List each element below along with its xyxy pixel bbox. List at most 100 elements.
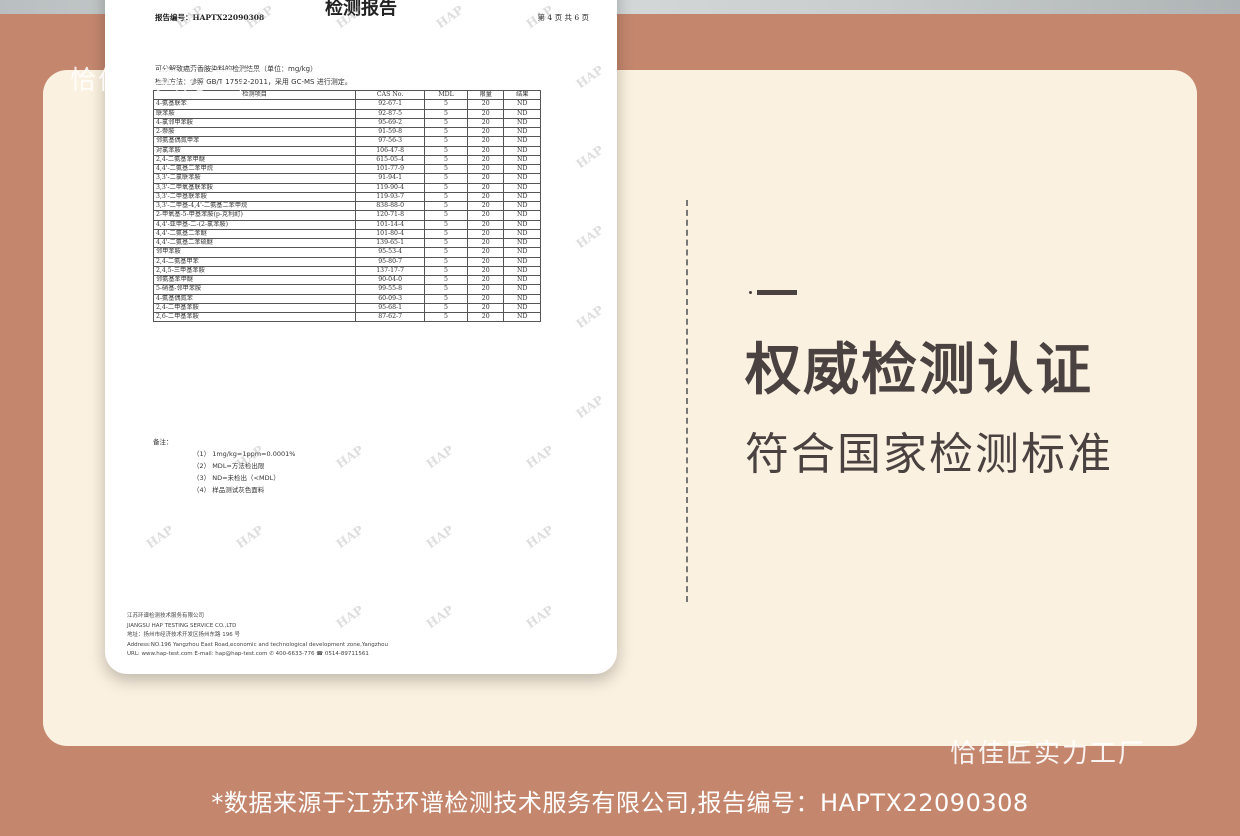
table-cell: 20 bbox=[466, 302, 505, 314]
results-table: 检测项目 CAS No. MDL 限量 结果 4-氨基联苯 92-67-1 5 20 ND 联苯胺… bbox=[152, 89, 541, 323]
table-cell: 4-氨基偶氮苯 bbox=[152, 293, 357, 304]
table-row: 4,4'-二氨基二苯硫醚 139-65-1 5 20 ND bbox=[152, 237, 541, 249]
table-row: 4,4'-二氨基二苯醚 101-80-4 5 20 ND bbox=[152, 228, 541, 240]
table-row: 3,3'-二氯联苯胺 91-94-1 5 20 ND bbox=[152, 173, 541, 184]
table-cell: ND bbox=[503, 154, 541, 166]
table-cell: 139-65-1 bbox=[355, 237, 426, 249]
table-cell: 2,6-二甲基苯胺 bbox=[152, 311, 357, 323]
table-cell: 5 bbox=[424, 311, 468, 323]
headline-subtitle: 符合国家检测标准 bbox=[745, 429, 1113, 480]
table-cell: 5 bbox=[424, 200, 468, 212]
table-cell: 4-氨基联苯 bbox=[152, 99, 357, 110]
notes-label: 备注： bbox=[153, 438, 173, 446]
table-cell: 4,4'-二氨基二苯醚 bbox=[152, 228, 357, 240]
table-cell: 101-77-9 bbox=[355, 163, 426, 175]
table-cell: 97-56-3 bbox=[355, 136, 426, 147]
table-cell: 20 bbox=[466, 237, 505, 249]
headline-title: 权威检测认证 bbox=[745, 338, 1093, 403]
table-cell: 3,3'-二氯联苯胺 bbox=[152, 173, 357, 184]
table-cell: 20 bbox=[466, 108, 505, 119]
table-cell: 20 bbox=[466, 136, 505, 147]
hap-watermark: HAP bbox=[423, 522, 457, 552]
table-row: 对氯苯胺 106-47-8 5 20 ND bbox=[152, 145, 541, 156]
hap-watermark: HAP bbox=[333, 442, 367, 472]
table-cell: 5 bbox=[424, 191, 468, 203]
table-cell: 119-93-7 bbox=[355, 191, 426, 203]
table-cell: 119-90-4 bbox=[355, 182, 426, 193]
table-row: 联苯胺 92-87-5 5 20 ND bbox=[152, 108, 541, 119]
table-row: 邻氨基偶氮甲苯 97-56-3 5 20 ND bbox=[152, 136, 541, 147]
hap-watermark: HAP bbox=[143, 522, 177, 552]
table-cell: 20 bbox=[466, 256, 505, 267]
table-header-cell: 限量 bbox=[466, 89, 505, 101]
table-row: 邻甲苯胺 95-53-4 5 20 ND bbox=[152, 247, 541, 258]
table-cell: 95-80-7 bbox=[355, 256, 426, 267]
table-cell: 5 bbox=[424, 219, 468, 230]
table-cell: 20 bbox=[466, 163, 505, 175]
table-row: 2-萘胺 91-59-8 5 20 ND bbox=[152, 126, 541, 138]
table-cell: 137-17-7 bbox=[355, 265, 426, 277]
table-cell: 邻氨基苯甲醚 bbox=[152, 274, 357, 286]
table-cell: 20 bbox=[466, 173, 505, 184]
table-header-cell: MDL bbox=[424, 89, 468, 101]
table-cell: 20 bbox=[466, 154, 505, 166]
hap-watermark: HAP bbox=[573, 392, 607, 422]
note-3: （3） ND=未检出（<MDL） bbox=[193, 474, 280, 482]
hap-watermark: HAP bbox=[573, 222, 607, 252]
table-cell: 20 bbox=[466, 265, 505, 277]
table-cell: 106-47-8 bbox=[355, 145, 426, 156]
watermark-bottom-right: 恰佳匠实力工厂 bbox=[950, 739, 1147, 769]
hap-watermark: HAP bbox=[573, 62, 607, 92]
table-row: 3,3'-二甲氧基联苯胺 119-90-4 5 20 ND bbox=[152, 182, 541, 193]
table-cell: ND bbox=[503, 256, 541, 267]
table-row: 3,3'-二甲基联苯胺 119-93-7 5 20 ND bbox=[152, 191, 541, 203]
table-cell: 5 bbox=[424, 182, 468, 193]
table-cell: 5 bbox=[424, 228, 468, 240]
table-cell: 邻氨基偶氮甲苯 bbox=[152, 136, 357, 147]
hap-watermark: HAP bbox=[423, 442, 457, 472]
table-cell: 5-硝基-邻甲苯胺 bbox=[152, 284, 357, 295]
table-cell: 20 bbox=[466, 145, 505, 156]
report-notes: 备注： （1） 1mg/kg=1ppm=0.0001% （2） MDL=方法检出… bbox=[153, 436, 295, 496]
table-cell: 90-04-0 bbox=[355, 274, 426, 286]
table-cell: ND bbox=[503, 145, 541, 156]
table-row: 3,3'-二甲基-4,4'-二氨基二苯甲烷 838-88-0 5 20 ND bbox=[152, 200, 541, 212]
table-cell: 5 bbox=[424, 108, 468, 119]
table-row: 4-氯邻甲苯胺 95-69-2 5 20 ND bbox=[152, 117, 541, 129]
dashed-divider bbox=[686, 200, 688, 602]
table-cell: 3,3'-二甲基-4,4'-二氨基二苯甲烷 bbox=[152, 200, 357, 212]
table-row: 邻氨基苯甲醚 90-04-0 5 20 ND bbox=[152, 274, 541, 286]
table-cell: 2,4-二氨基甲苯 bbox=[152, 256, 357, 267]
table-cell: 3,3'-二甲氧基联苯胺 bbox=[152, 182, 357, 193]
table-cell: 5 bbox=[424, 136, 468, 147]
table-cell: 60-09-3 bbox=[355, 293, 426, 304]
table-cell: ND bbox=[503, 219, 541, 230]
table-cell: 20 bbox=[466, 200, 505, 212]
table-cell: 615-05-4 bbox=[355, 154, 426, 166]
watermark-top-left: 恰佳匠实力工厂 bbox=[70, 66, 267, 96]
table-cell: 20 bbox=[466, 228, 505, 240]
table-header-cell: 结果 bbox=[503, 89, 541, 101]
table-row: 2,4-二甲基苯胺 95-68-1 5 20 ND bbox=[152, 302, 541, 314]
table-cell: 5 bbox=[424, 284, 468, 295]
table-row: 4-氨基偶氮苯 60-09-3 5 20 ND bbox=[152, 293, 541, 304]
table-cell: 4,4'-亚甲基-二-(2-氯苯胺) bbox=[152, 219, 357, 230]
data-source-note: *数据来源于江苏环谱检测技术服务有限公司,报告编号：HAPTX22090308 bbox=[211, 789, 1029, 817]
table-cell: 120-71-8 bbox=[355, 210, 426, 221]
table-cell: 92-67-1 bbox=[355, 99, 426, 110]
table-cell: 5 bbox=[424, 256, 468, 267]
table-cell: 5 bbox=[424, 117, 468, 129]
table-cell: ND bbox=[503, 163, 541, 175]
table-cell: ND bbox=[503, 182, 541, 193]
table-cell: 4,4'-二氨基二苯硫醚 bbox=[152, 237, 357, 249]
table-cell: 87-62-7 bbox=[355, 311, 426, 323]
table-cell: 20 bbox=[466, 99, 505, 110]
table-row: 4,4'-亚甲基-二-(2-氯苯胺) 101-14-4 5 20 ND bbox=[152, 219, 541, 230]
table-cell: 2,4-二氨基苯甲醚 bbox=[152, 154, 357, 166]
table-cell: 2-甲氧基-5-甲基苯胺(p-克利酊) bbox=[152, 210, 357, 221]
table-row: 2,4,5-三甲基苯胺 137-17-7 5 20 ND bbox=[152, 265, 541, 277]
table-cell: 4-氯邻甲苯胺 bbox=[152, 117, 357, 129]
table-cell: ND bbox=[503, 117, 541, 129]
table-cell: 91-59-8 bbox=[355, 126, 426, 138]
note-1: （1） 1mg/kg=1ppm=0.0001% bbox=[193, 450, 296, 458]
